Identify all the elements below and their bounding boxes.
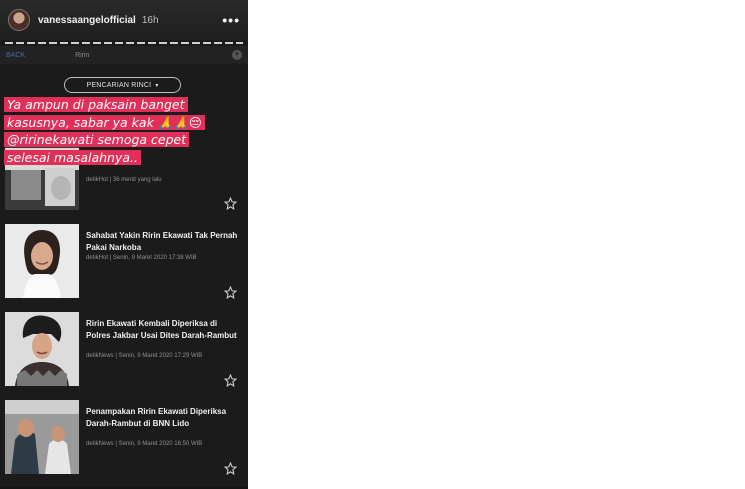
news-item[interactable]: Sahabat Yakin Ririn Ekawati Tak Pernah P…: [0, 224, 248, 312]
news-title[interactable]: Sahabat Yakin Ririn Ekawati Tak Pernah P…: [86, 230, 238, 253]
avatar[interactable]: [8, 9, 30, 31]
news-meta: detikHot | Senin, 9 Maret 2020 17:38 WIB: [86, 255, 197, 261]
news-meta: detikHot | 36 menit yang lalu: [86, 177, 162, 183]
filter-button-label: PENCARIAN RINCI: [86, 81, 152, 89]
more-icon[interactable]: •••: [222, 13, 240, 27]
filter-button: PENCARIAN RINCI ▾: [64, 77, 181, 93]
chevron-down-icon: ▾: [232, 50, 242, 60]
story-progress-bar: [5, 42, 243, 44]
instagram-story: vanessaangelofficial 16h ••• BACK Ririn …: [0, 0, 248, 489]
news-meta: detikNews | Senin, 9 Maret 2020 16:50 WI…: [86, 441, 203, 447]
caption-line: Ya ampun di paksain banget: [4, 96, 244, 114]
story-caption: Ya ampun di paksain banget kasusnya, sab…: [4, 96, 244, 166]
caption-line: @ririnekawati semoga cepet: [4, 131, 244, 149]
news-meta: detikNews | Senin, 9 Maret 2020 17:29 WI…: [86, 353, 203, 359]
caret-down-icon: ▾: [155, 82, 159, 89]
story-header: vanessaangelofficial 16h •••: [0, 0, 248, 40]
story-username[interactable]: vanessaangelofficial: [38, 15, 136, 26]
back-link: BACK: [6, 51, 26, 59]
news-title[interactable]: Ririn Ekawati Kembali Diperiksa di Polre…: [86, 318, 238, 341]
news-item[interactable]: Penampakan Ririn Ekawati Diperiksa Darah…: [0, 400, 248, 488]
news-thumbnail: [5, 400, 79, 474]
news-title[interactable]: Penampakan Ririn Ekawati Diperiksa Darah…: [86, 406, 238, 429]
background-app-searchbar: BACK Ririn ▾: [0, 46, 248, 64]
news-item[interactable]: Ririn Ekawati Kembali Diperiksa di Polre…: [0, 312, 248, 400]
news-thumbnail: [5, 312, 79, 386]
caption-line: kasusnya, sabar ya kak 🙏🙏😔: [4, 114, 244, 132]
star-icon[interactable]: [224, 374, 237, 387]
story-timestamp: 16h: [141, 14, 159, 26]
star-icon[interactable]: [224, 197, 237, 210]
caption-line: selesai masalahnya..: [4, 149, 244, 167]
search-query: Ririn: [75, 51, 90, 59]
star-icon[interactable]: [224, 462, 237, 475]
news-thumbnail: [5, 224, 79, 298]
star-icon[interactable]: [224, 286, 237, 299]
